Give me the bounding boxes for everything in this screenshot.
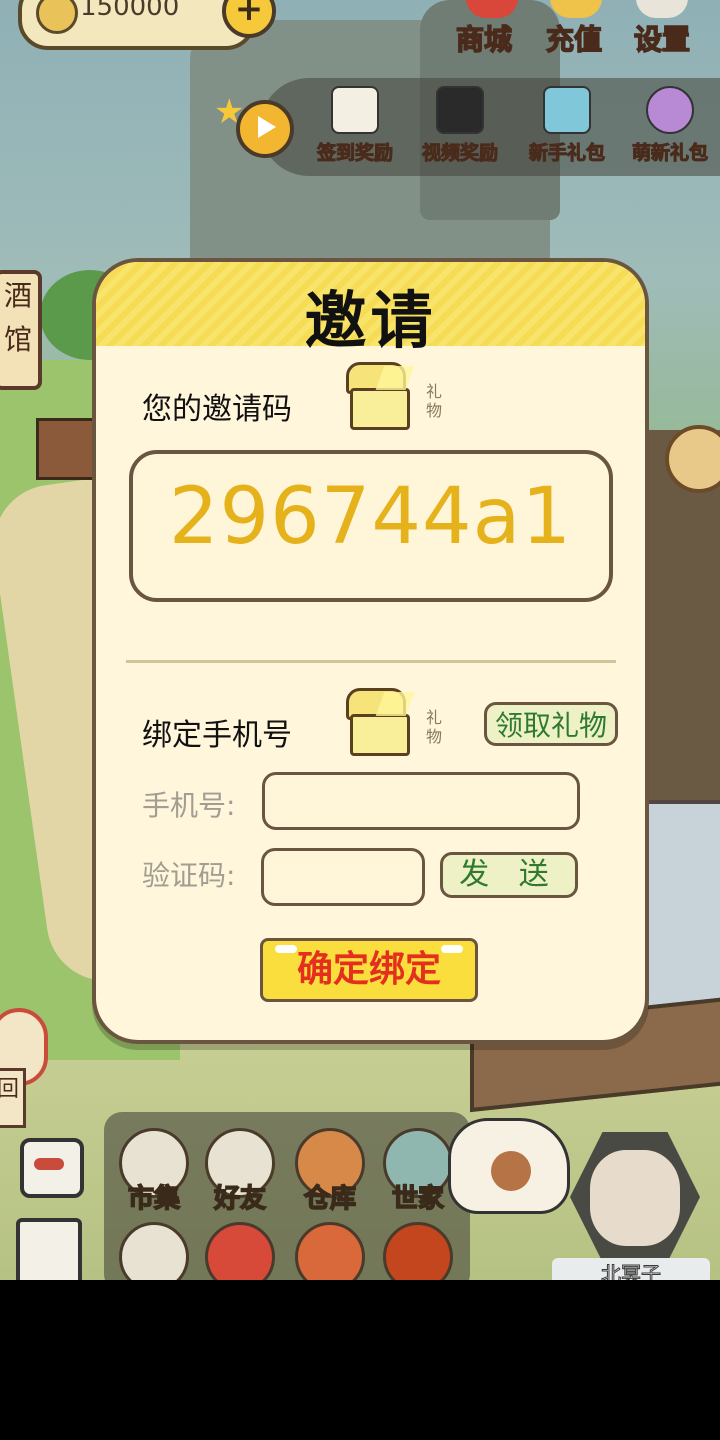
mushroom-icon	[295, 1222, 365, 1280]
lantern-icon	[383, 1222, 453, 1280]
hud-slot-8[interactable]	[378, 1222, 458, 1280]
bind-phone-label: 绑定手机号	[142, 718, 292, 753]
signin-reward-button[interactable]: 签到奖励	[305, 86, 405, 165]
market-button[interactable]: 市集	[114, 1128, 194, 1215]
invite-dialog: 邀请 您的邀请码 礼物 296744a1 绑定手机号 礼物 领取礼物 手机号: …	[92, 258, 649, 1044]
tab-settings[interactable]: 设置	[633, 18, 691, 58]
verification-code-label: 验证码:	[142, 859, 236, 892]
clan-label: 世家	[391, 1183, 445, 1215]
gift-tag-label: 礼物	[426, 708, 443, 746]
banner-icon	[205, 1222, 275, 1280]
invite-code-value: 296744a1	[168, 472, 573, 562]
coin-value: 150000	[80, 0, 180, 22]
newcomer-pack-label: 萌新礼包	[631, 142, 708, 165]
friends-label: 好友	[213, 1183, 267, 1215]
player-name: 北冥子	[552, 1258, 710, 1280]
return-badge[interactable]: 回	[0, 1068, 26, 1128]
chat-dots-icon	[34, 1158, 64, 1170]
gift-tag-label: 礼物	[426, 382, 443, 420]
tavern-sign[interactable]: 酒馆	[0, 270, 42, 390]
phone-field-label: 手机号:	[142, 789, 236, 822]
signpost-scenery	[36, 418, 98, 480]
recharge-icon	[550, 0, 602, 18]
verification-code-input[interactable]	[261, 848, 425, 906]
play-video-icon[interactable]	[236, 100, 294, 158]
settings-icon	[636, 0, 688, 18]
task-checklist-button[interactable]	[16, 1218, 82, 1280]
gift-chest-icon[interactable]	[340, 362, 415, 430]
newbie-pack-label: 新手礼包	[528, 142, 605, 165]
video-reward-label: 视频奖励	[421, 142, 498, 165]
storage-label: 仓库	[303, 1183, 357, 1215]
friends-button[interactable]: 好友	[200, 1128, 280, 1215]
hud-slot-7[interactable]	[290, 1222, 370, 1280]
confirm-bind-button[interactable]: 确定绑定	[260, 938, 478, 1002]
send-code-button[interactable]: 发 送	[440, 852, 578, 898]
section-divider	[126, 660, 616, 663]
clapperboard-icon	[436, 86, 484, 134]
hud-slot-5[interactable]	[114, 1222, 194, 1280]
calendar-icon	[331, 86, 379, 134]
crossed-swords-icon	[119, 1222, 189, 1280]
phone-input[interactable]	[262, 772, 580, 830]
newcomer-pack-button[interactable]: 萌新礼包	[620, 86, 720, 165]
tab-mall[interactable]: 商城	[455, 18, 513, 58]
gift-chest-icon[interactable]	[340, 688, 415, 756]
tab-recharge[interactable]: 充值	[545, 18, 603, 58]
market-label: 市集	[127, 1183, 181, 1215]
dialog-title: 邀请	[304, 284, 437, 357]
newbie-pack-button[interactable]: 新手礼包	[517, 86, 617, 165]
dog-pet-icon	[448, 1118, 570, 1214]
gift-character-icon	[646, 86, 694, 134]
invite-code-label: 您的邀请码	[142, 392, 292, 427]
hud-slot-6[interactable]	[200, 1222, 280, 1280]
player-face-icon	[590, 1150, 680, 1246]
video-reward-button[interactable]: 视频奖励	[410, 86, 510, 165]
treasure-chest-icon	[543, 86, 591, 134]
storage-button[interactable]: 仓库	[290, 1128, 370, 1215]
clan-button[interactable]: 世家	[378, 1128, 458, 1215]
claim-gift-button[interactable]: 领取礼物	[484, 702, 618, 746]
chat-button[interactable]	[20, 1138, 84, 1198]
signin-reward-label: 签到奖励	[316, 142, 393, 165]
